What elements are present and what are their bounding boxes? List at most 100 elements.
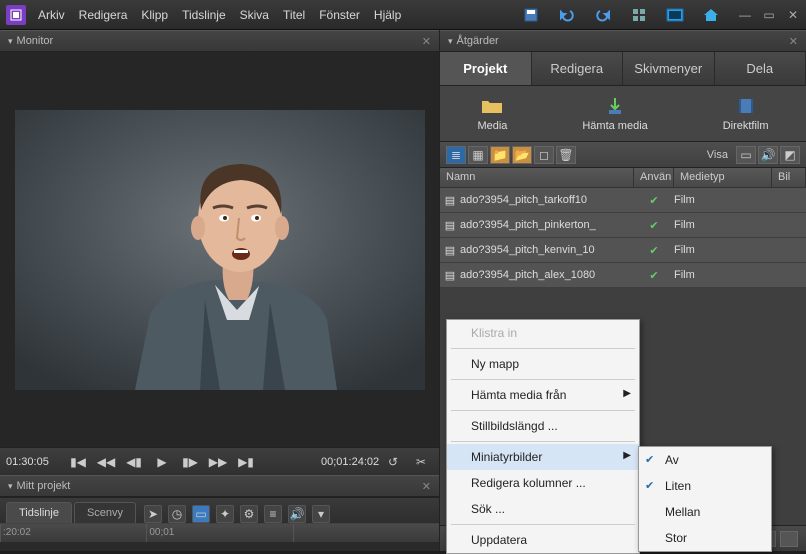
- step-fwd-icon[interactable]: ▮▶: [178, 452, 202, 472]
- home-icon[interactable]: [702, 6, 720, 24]
- pointer-tool-icon[interactable]: ➤: [144, 505, 162, 523]
- play-icon[interactable]: ▶: [150, 452, 174, 472]
- check-icon: ✔: [634, 219, 674, 232]
- filmstrip-icon: [734, 96, 758, 116]
- tab-scenvy[interactable]: Scenvy: [74, 502, 136, 523]
- sub-small[interactable]: ✔ Liten: [639, 473, 771, 499]
- tab-projekt[interactable]: Projekt: [440, 52, 532, 85]
- tab-tidslinje[interactable]: Tidslinje: [6, 502, 72, 523]
- table-row[interactable]: ▤ ado?3954_pitch_tarkoff10 ✔ Film: [440, 188, 806, 213]
- get-media-button[interactable]: Hämta media: [582, 96, 647, 132]
- gear-tool-icon[interactable]: ⚙: [240, 505, 258, 523]
- save-icon[interactable]: [522, 6, 540, 24]
- thumbnails-submenu: ✔ Av ✔ Liten Mellan Stor: [638, 446, 772, 552]
- clip-type: Film: [674, 244, 772, 256]
- ctx-thumbnails[interactable]: Miniatyrbilder ▶: [447, 444, 639, 470]
- new-bin-icon[interactable]: ◻: [534, 146, 554, 164]
- app-icon: [6, 5, 26, 25]
- grid-icon[interactable]: [630, 6, 648, 24]
- close-button[interactable]: ✕: [786, 8, 800, 22]
- new-folder-icon[interactable]: 📁: [490, 146, 510, 164]
- menu-fonster[interactable]: Fönster: [319, 8, 360, 22]
- tool-square-icon[interactable]: [780, 531, 798, 547]
- minimize-button[interactable]: —: [738, 8, 752, 22]
- ctx-edit-columns[interactable]: Redigera kolumner ...: [447, 470, 639, 496]
- table-row[interactable]: ▤ ado?3954_pitch_kenvin_10 ✔ Film: [440, 238, 806, 263]
- effects-tool-icon[interactable]: ✦: [216, 505, 234, 523]
- clip-name: ado?3954_pitch_alex_1080: [460, 269, 634, 281]
- maximize-button[interactable]: ▭: [762, 8, 776, 22]
- menu-titel[interactable]: Titel: [283, 8, 305, 22]
- col-name[interactable]: Namn: [440, 168, 634, 187]
- clock-tool-icon[interactable]: ◷: [168, 505, 186, 523]
- loop-icon[interactable]: ↺: [381, 452, 405, 472]
- sub-off[interactable]: ✔ Av: [639, 447, 771, 473]
- list-view-icon[interactable]: ≣: [446, 146, 466, 164]
- clip-icon: ▤: [440, 269, 460, 282]
- visa-label: Visa: [707, 149, 728, 161]
- chevron-down-icon: ▾: [448, 36, 453, 47]
- redo-icon[interactable]: [594, 6, 612, 24]
- instant-movie-button[interactable]: Direktfilm: [723, 96, 769, 132]
- menu-redigera[interactable]: Redigera: [79, 8, 128, 22]
- actions-panel-header[interactable]: ▾ Åtgärder ✕: [440, 30, 806, 52]
- panel-close-icon[interactable]: ✕: [789, 35, 798, 48]
- ctx-new-folder[interactable]: Ny mapp: [447, 351, 639, 377]
- check-icon: ✔: [634, 269, 674, 282]
- monitor-viewport-area: [0, 52, 439, 447]
- undo-icon[interactable]: [558, 6, 576, 24]
- timecode-right[interactable]: 00;01:24:02: [321, 456, 377, 468]
- ctx-find[interactable]: Sök ...: [447, 496, 639, 522]
- track-tool-icon[interactable]: ≡: [264, 505, 282, 523]
- menu-klipp[interactable]: Klipp: [141, 8, 168, 22]
- project-panel-header[interactable]: ▾ Mitt projekt ✕: [0, 475, 439, 497]
- fastfwd-icon[interactable]: ▶▶: [206, 452, 230, 472]
- split-icon[interactable]: ✂: [409, 452, 433, 472]
- col-type[interactable]: Medietyp: [674, 168, 772, 187]
- rewind-icon[interactable]: ◀◀: [94, 452, 118, 472]
- menu-tidslinje[interactable]: Tidslinje: [182, 8, 226, 22]
- sub-large[interactable]: Stor: [639, 525, 771, 551]
- menu-skiva[interactable]: Skiva: [240, 8, 269, 22]
- new-item-icon[interactable]: 📂: [512, 146, 532, 164]
- folder-icon: [480, 96, 504, 116]
- panel-close-icon[interactable]: ✕: [422, 35, 431, 48]
- goto-next-icon[interactable]: ▶▮: [234, 452, 258, 472]
- ctx-refresh[interactable]: Uppdatera: [447, 527, 639, 553]
- trash-icon[interactable]: 🗑: [556, 146, 576, 164]
- filter-video-icon[interactable]: ▭: [736, 146, 756, 164]
- goto-prev-icon[interactable]: ▮◀: [66, 452, 90, 472]
- mitt-projekt-label: Mitt projekt: [17, 480, 71, 492]
- check-icon: ✔: [634, 194, 674, 207]
- timecode-left[interactable]: 01:30:05: [6, 456, 62, 468]
- ctx-get-media-from[interactable]: Hämta media från ▶: [447, 382, 639, 408]
- menu-arkiv[interactable]: Arkiv: [38, 8, 65, 22]
- media-button[interactable]: Media: [477, 96, 507, 132]
- table-row[interactable]: ▤ ado?3954_pitch_pinkerton_ ✔ Film: [440, 213, 806, 238]
- marker-tool-icon[interactable]: ▭: [192, 505, 210, 523]
- project-tabs: Tidslinje Scenvy ➤ ◷ ▭ ✦ ⚙ ≡ 🔊 ▾: [0, 497, 439, 523]
- fullscreen-icon[interactable]: [666, 6, 684, 24]
- filter-audio-icon[interactable]: 🔊: [758, 146, 778, 164]
- sub-medium[interactable]: Mellan: [639, 499, 771, 525]
- tab-skivmenyer[interactable]: Skivmenyer: [623, 52, 715, 85]
- tab-dela[interactable]: Dela: [715, 52, 806, 85]
- monitor-panel-header[interactable]: ▾ Monitor ✕: [0, 30, 439, 52]
- grid-view-icon[interactable]: ▦: [468, 146, 488, 164]
- clip-type: Film: [674, 269, 772, 281]
- table-row[interactable]: ▤ ado?3954_pitch_alex_1080 ✔ Film: [440, 263, 806, 288]
- video-preview[interactable]: [15, 110, 425, 390]
- tab-redigera[interactable]: Redigera: [532, 52, 624, 85]
- col-use[interactable]: Använ: [634, 168, 674, 187]
- panel-close-icon[interactable]: ✕: [422, 480, 431, 493]
- ctx-still-duration[interactable]: Stillbildslängd ...: [447, 413, 639, 439]
- filter-still-icon[interactable]: ◩: [780, 146, 800, 164]
- audio-tool-icon[interactable]: 🔊: [288, 505, 306, 523]
- view-toolbar: ≣ ▦ 📁 📂 ◻ 🗑 Visa ▭ 🔊 ◩: [440, 142, 806, 168]
- timeline-ruler[interactable]: :20:02 00;01: [0, 523, 439, 551]
- clip-name: ado?3954_pitch_pinkerton_: [460, 219, 634, 231]
- step-back-icon[interactable]: ◀▮: [122, 452, 146, 472]
- menu-hjalp[interactable]: Hjälp: [374, 8, 401, 22]
- dropdown-icon[interactable]: ▾: [312, 505, 330, 523]
- col-bil[interactable]: Bil: [772, 168, 806, 187]
